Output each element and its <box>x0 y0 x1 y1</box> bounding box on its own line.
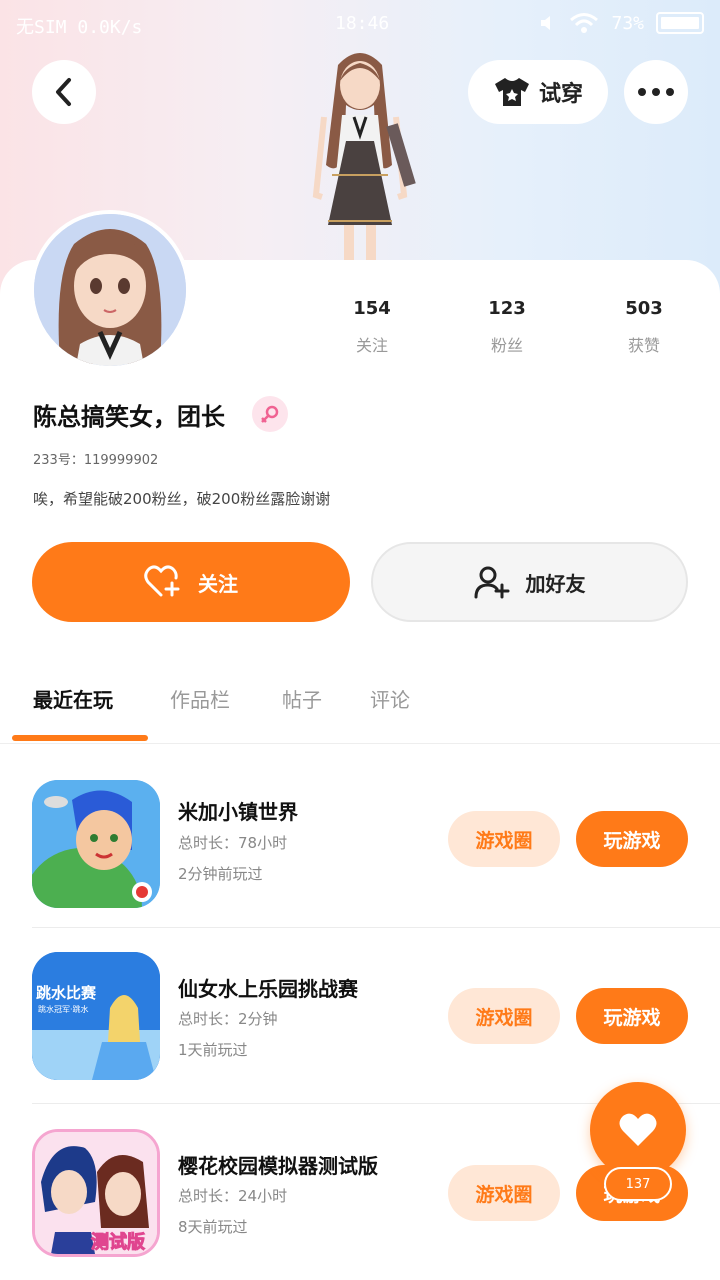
active-tab-indicator <box>12 735 148 741</box>
network-speed: 0.0K/s <box>77 17 143 38</box>
game-circle-button[interactable]: 游戏圈 <box>448 988 560 1044</box>
game-title: 仙女水上乐园挑战赛 <box>178 977 358 1001</box>
game-last-played: 8天前玩过 <box>178 1218 248 1236</box>
female-symbol-icon <box>261 405 279 423</box>
play-game-button[interactable]: 玩游戏 <box>576 988 688 1044</box>
heart-icon <box>619 1113 657 1146</box>
status-bar: 无SIM 0.0K/s 18:46 73% <box>0 0 720 50</box>
user-bio: 唉，希望能破200粉丝，破200粉丝露脸谢谢 <box>33 490 331 508</box>
game-title: 樱花校园模拟器测试版 <box>178 1154 378 1178</box>
chevron-left-icon <box>56 78 71 106</box>
back-button[interactable] <box>32 60 96 124</box>
user-id: 233号：119999902 <box>33 453 159 468</box>
profile-tabs: 最近在玩 作品栏 帖子 评论 <box>0 672 720 744</box>
more-options-button[interactable] <box>624 60 688 124</box>
game-play-duration: 总时长：24小时 <box>178 1187 288 1205</box>
tab-works[interactable]: 作品栏 <box>170 684 230 713</box>
username: 陈总搞笑女，团长 <box>33 403 225 431</box>
stat-value: 154 <box>353 298 391 319</box>
stat-value: 503 <box>625 298 663 319</box>
game-icon-mega-town <box>32 780 160 908</box>
follow-label: 关注 <box>198 571 238 596</box>
game-last-played: 1天前玩过 <box>178 1041 248 1059</box>
avatar-portrait-icon <box>34 214 186 366</box>
game-last-played: 2分钟前玩过 <box>178 865 263 883</box>
like-count-badge: 137 <box>604 1167 672 1201</box>
try-on-button[interactable]: 试穿 <box>468 60 608 124</box>
battery-percent: 73% <box>611 12 644 34</box>
game-icon-subtitle-text: 跳水冠军·跳水 <box>38 1004 89 1014</box>
tab-posts[interactable]: 帖子 <box>282 684 322 713</box>
avatar-character-figure <box>312 53 416 260</box>
game-play-duration: 总时长：78小时 <box>178 834 288 852</box>
game-icon-sakura-school: 测试版 <box>32 1129 160 1257</box>
try-on-label: 试穿 <box>538 82 583 107</box>
tab-comments[interactable]: 评论 <box>370 684 410 713</box>
tab-recently-played[interactable]: 最近在玩 <box>33 684 113 713</box>
game-circle-button[interactable]: 游戏圈 <box>448 1165 560 1221</box>
clock: 18:46 <box>335 13 390 34</box>
more-dots-icon <box>638 88 674 96</box>
stat-following[interactable]: 154 关注 <box>312 298 432 356</box>
game-play-duration: 总时长：2分钟 <box>178 1010 278 1028</box>
game-title: 米加小镇世界 <box>178 800 298 824</box>
heart-plus-icon <box>144 565 180 597</box>
battery-icon <box>656 12 704 34</box>
gender-badge <box>252 396 288 432</box>
game-icon-fairy-water-park: 跳水比赛 跳水冠军·跳水 <box>32 952 160 1080</box>
stat-likes[interactable]: 503 获赞 <box>584 298 704 356</box>
play-game-button[interactable]: 玩游戏 <box>576 811 688 867</box>
stat-label: 粉丝 <box>490 336 523 355</box>
game-list-item[interactable]: 跳水比赛 跳水冠军·跳水 仙女水上乐园挑战赛 总时长：2分钟 1天前玩过 游戏圈… <box>0 928 720 1104</box>
game-list-item[interactable]: 米加小镇世界 总时长：78小时 2分钟前玩过 游戏圈 玩游戏 <box>0 752 720 928</box>
game-circle-button[interactable]: 游戏圈 <box>448 811 560 867</box>
add-user-icon <box>474 566 509 599</box>
stat-label: 关注 <box>355 336 388 355</box>
stat-label: 获赞 <box>627 336 660 355</box>
stat-value: 123 <box>488 298 526 319</box>
wifi-icon <box>570 13 599 33</box>
stat-followers[interactable]: 123 粉丝 <box>447 298 567 356</box>
user-avatar[interactable] <box>30 210 190 370</box>
carrier-text: 无SIM <box>16 17 67 38</box>
add-friend-label: 加好友 <box>525 571 586 596</box>
game-icon-badge-text: 测试版 <box>91 1231 145 1253</box>
follow-button[interactable]: 关注 <box>32 542 350 622</box>
tshirt-icon <box>494 78 529 106</box>
game-icon-title-text: 跳水比赛 <box>36 984 97 1002</box>
like-floating-button[interactable] <box>590 1082 686 1178</box>
mute-icon <box>541 16 551 30</box>
add-friend-button[interactable]: 加好友 <box>371 542 688 622</box>
